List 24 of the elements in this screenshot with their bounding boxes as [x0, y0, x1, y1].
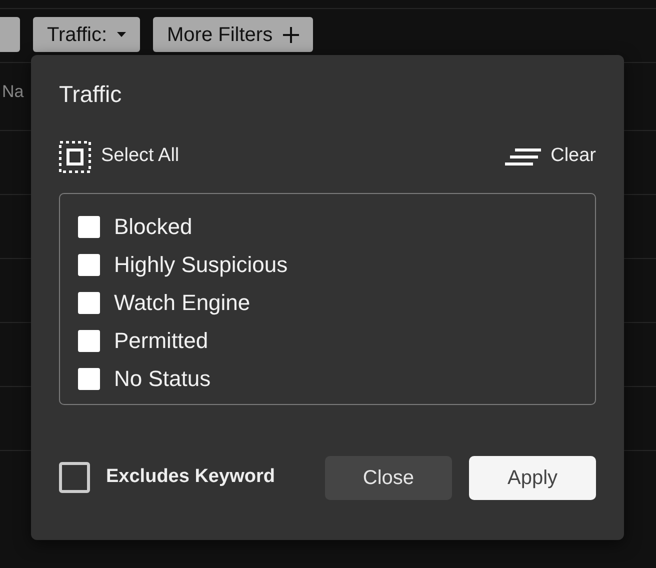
checkbox-label: Excludes Keyword — [106, 465, 275, 490]
caret-icon — [117, 32, 126, 37]
more-filters-button[interactable]: More Filters — [153, 17, 313, 52]
checkbox[interactable] — [78, 368, 100, 390]
lines-icon — [504, 148, 541, 166]
popup-title: Traffic — [59, 81, 123, 109]
option-label: Blocked — [114, 213, 192, 242]
checkbox[interactable] — [78, 292, 100, 314]
checkbox[interactable] — [78, 254, 100, 276]
select-all-icon — [59, 140, 91, 173]
select-all-button[interactable]: Select All — [59, 140, 180, 173]
checkbox[interactable] — [78, 330, 100, 352]
option-label: Watch Engine — [114, 289, 250, 318]
checkbox[interactable] — [59, 462, 90, 494]
column-header: Na — [2, 82, 24, 101]
option-label: Highly Suspicious — [114, 251, 288, 280]
apply-button[interactable]: Apply — [469, 456, 596, 500]
option-label: No Status — [114, 365, 211, 394]
checkbox[interactable] — [78, 216, 100, 238]
close-button[interactable]: Close — [325, 456, 452, 500]
traffic-dropdown[interactable]: Traffic: — [33, 17, 140, 52]
plus-icon — [282, 26, 299, 42]
option-label: Permitted — [114, 327, 208, 356]
clear-button[interactable]: Clear — [504, 142, 596, 171]
